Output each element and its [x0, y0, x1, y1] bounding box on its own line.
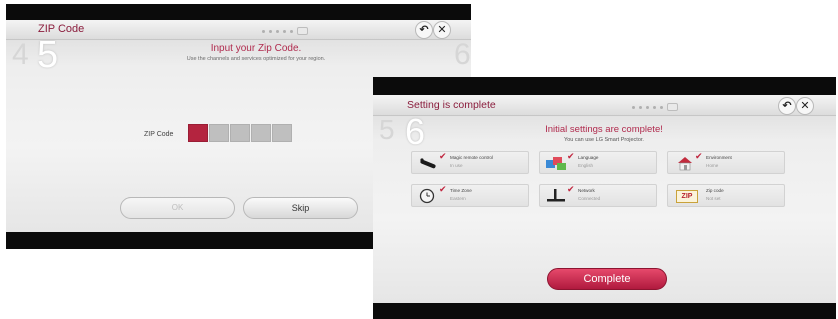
letterbox-bottom	[373, 303, 836, 319]
zip-digit-box[interactable]	[209, 124, 229, 142]
check-icon: ✔	[567, 185, 575, 195]
back-icon[interactable]: ↶	[778, 97, 796, 115]
complete-stage: Setting is complete ↶ ✕ 5 6 Initial sett…	[373, 95, 836, 303]
step-dot	[632, 105, 635, 109]
summary-zip-code: ZIP Zip code Not set	[667, 184, 785, 207]
letterbox-top	[373, 77, 836, 95]
zip-digit-box[interactable]	[251, 124, 271, 142]
step-dot	[646, 105, 649, 109]
zip-icon-text: ZIP	[681, 193, 693, 200]
zip-digit-box[interactable]	[188, 124, 208, 142]
step-dot-active	[667, 103, 678, 111]
zip-input[interactable]	[188, 124, 298, 144]
step-indicator	[632, 103, 678, 111]
summary-environment: ✔ Environment Home	[667, 151, 785, 174]
zip-title-bar: ZIP Code ↶ ✕	[6, 20, 471, 40]
current-step-number: 6	[405, 111, 426, 152]
item-name: Magic remote control	[450, 155, 493, 160]
item-value: Not set	[706, 196, 721, 201]
step-dot-active	[297, 27, 308, 35]
item-value: English	[578, 163, 594, 168]
summary-network: ✔ Network Connected	[539, 184, 657, 207]
item-value: Home	[706, 163, 719, 168]
item-name: Zip code	[706, 188, 724, 193]
close-icon[interactable]: ✕	[796, 97, 814, 115]
step-indicator	[262, 27, 308, 35]
next-step-number: 6	[454, 38, 471, 71]
ok-button[interactable]: OK	[120, 197, 235, 219]
item-value: Eastern	[450, 196, 466, 201]
step-dot	[639, 105, 642, 109]
check-icon: ✔	[439, 152, 447, 162]
check-icon: ✔	[439, 185, 447, 195]
item-name: Time Zone	[450, 188, 472, 193]
summary-magic-remote: ✔ Magic remote control In use	[411, 151, 529, 174]
step-dot	[269, 29, 272, 33]
step-dot	[290, 29, 293, 33]
previous-step-number: 5	[379, 114, 395, 145]
step-dot	[660, 105, 663, 109]
item-value: In use	[450, 163, 463, 168]
check-icon: ✔	[567, 152, 575, 162]
summary-language: ✔ Language English	[539, 151, 657, 174]
previous-step-number: 4	[12, 38, 29, 71]
zip-icon: ZIP	[676, 190, 698, 203]
complete-title-bar: Setting is complete ↶ ✕	[373, 95, 836, 116]
current-step-number: 5	[37, 34, 59, 76]
zip-field-label: ZIP Code	[144, 131, 174, 138]
item-value: Connected	[578, 196, 601, 201]
zip-heading: Input your Zip Code.	[210, 43, 302, 54]
zip-digit-box[interactable]	[230, 124, 250, 142]
summary-time-zone: ✔ Time Zone Eastern	[411, 184, 529, 207]
item-name: Language	[578, 155, 599, 160]
close-icon[interactable]: ✕	[433, 21, 451, 39]
step-dot	[276, 29, 279, 33]
complete-subheading: You can use LG Smart Projector.	[564, 137, 644, 143]
setting-complete-screen: Setting is complete ↶ ✕ 5 6 Initial sett…	[373, 77, 836, 319]
letterbox-top	[6, 4, 471, 20]
complete-heading: Initial settings are complete!	[545, 124, 663, 135]
complete-button[interactable]: Complete	[547, 268, 667, 290]
zip-digit-box[interactable]	[272, 124, 292, 142]
item-name: Environment	[706, 155, 732, 160]
back-icon[interactable]: ↶	[415, 21, 433, 39]
step-dot	[283, 29, 286, 33]
check-icon: ✔	[695, 152, 703, 162]
step-dot	[262, 29, 265, 33]
step-dot	[653, 105, 656, 109]
zip-subheading: Use the channels and services optimized …	[186, 56, 326, 62]
page-title: Setting is complete	[407, 99, 496, 111]
skip-button[interactable]: Skip	[243, 197, 358, 219]
item-name: Network	[578, 188, 595, 193]
